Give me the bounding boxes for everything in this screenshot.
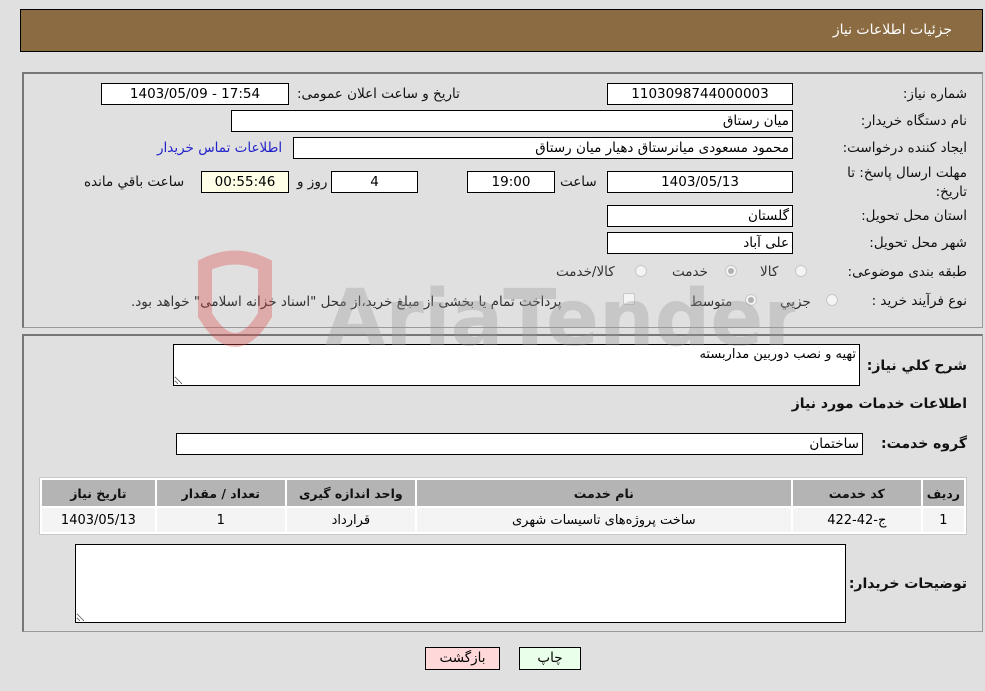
print-button[interactable]: چاپ: [519, 647, 581, 670]
cell-service-name: ساخت پروژه‌های تاسیسات شهری: [416, 508, 791, 532]
buyer-notes-label: توضیحات خریدار:: [848, 576, 967, 592]
treasury-note: پرداخت تمام یا بخشی از مبلغ خرید،از محل …: [131, 294, 562, 310]
page-header: جزئیات اطلاعات نیاز: [20, 9, 983, 52]
remaining-time-label: ساعت باقي مانده: [84, 174, 185, 190]
buyer-contact-link[interactable]: اطلاعات تماس خریدار: [157, 140, 282, 156]
table-row: 1 ج-42-422 ساخت پروژه‌های تاسیسات شهری ق…: [42, 508, 964, 532]
cell-need-date: 1403/05/13: [42, 508, 155, 532]
city-label: شهر محل تحویل:: [869, 235, 967, 251]
services-section-title: اطلاعات خدمات مورد نیاز: [791, 396, 967, 412]
category-service-label: خدمت: [672, 264, 708, 280]
category-goods-radio[interactable]: [795, 265, 807, 277]
category-goods-service-radio[interactable]: [635, 265, 647, 277]
back-button[interactable]: بازگشت: [425, 647, 500, 670]
buyer-notes-textarea[interactable]: [75, 544, 846, 623]
category-goods-service-label: کالا/خدمت: [556, 264, 615, 280]
service-group-field: ساختمان: [176, 433, 863, 455]
col-service-name: نام خدمت: [416, 480, 791, 506]
services-table: ردیف کد خدمت نام خدمت واحد اندازه گیری ت…: [39, 477, 967, 535]
province-label: استان محل تحویل:: [861, 208, 967, 224]
announce-datetime-label: تاریخ و ساعت اعلان عمومی:: [297, 86, 460, 102]
description-label: شرح کلي نیاز:: [866, 358, 967, 374]
purchase-minor-label: جزيي: [780, 294, 811, 310]
col-row-number: ردیف: [922, 480, 964, 506]
purchase-minor-radio[interactable]: [826, 294, 838, 306]
cell-row-number: 1: [922, 508, 964, 532]
description-textarea[interactable]: [173, 344, 860, 386]
services-table-wrapper: ردیف کد خدمت نام خدمت واحد اندازه گیری ت…: [39, 477, 967, 535]
announce-datetime-field: 1403/05/09 - 17:54: [101, 83, 289, 105]
deadline-label: مهلت ارسال پاسخ: تا تاریخ:: [847, 165, 967, 200]
category-goods-label: کالا: [760, 264, 779, 280]
purchase-type-label: نوع فرآیند خرید :: [871, 293, 967, 309]
buyer-org-field: میان رستاق: [231, 110, 793, 132]
category-label: طبقه بندی موضوعی:: [847, 264, 967, 280]
cell-quantity: 1: [156, 508, 285, 532]
col-unit: واحد اندازه گیری: [286, 480, 415, 506]
cell-unit: قرارداد: [286, 508, 415, 532]
table-header-row: ردیف کد خدمت نام خدمت واحد اندازه گیری ت…: [42, 480, 964, 506]
remaining-days-field: 4: [331, 171, 418, 193]
deadline-time-label: ساعت: [560, 174, 597, 190]
purchase-medium-radio[interactable]: [745, 294, 757, 306]
category-service-radio[interactable]: [725, 265, 737, 277]
page-title: جزئیات اطلاعات نیاز: [832, 22, 952, 38]
requester-label: ایجاد کننده درخواست:: [842, 140, 967, 156]
treasury-checkbox[interactable]: [623, 293, 635, 305]
buyer-org-label: نام دستگاه خریدار:: [860, 113, 967, 129]
col-service-code: کد خدمت: [792, 480, 921, 506]
deadline-time-field: 19:00: [467, 171, 555, 193]
cell-service-code: ج-42-422: [792, 508, 921, 532]
requester-field: محمود مسعودی میانرستاق دهیار میان رستاق: [293, 137, 793, 159]
province-field: گلستان: [607, 205, 793, 227]
need-number-field: 1103098744000003: [607, 83, 793, 105]
service-group-label: گروه خدمت:: [881, 436, 967, 452]
col-quantity: تعداد / مقدار: [156, 480, 285, 506]
deadline-date-field: 1403/05/13: [607, 171, 793, 193]
purchase-medium-label: متوسط: [690, 294, 733, 310]
remaining-time-field: 00:55:46: [201, 171, 289, 193]
city-field: علی آباد: [607, 232, 793, 254]
col-need-date: تاریخ نیاز: [42, 480, 155, 506]
remaining-days-label: روز و: [297, 174, 328, 190]
need-number-label: شماره نیاز:: [902, 86, 967, 102]
